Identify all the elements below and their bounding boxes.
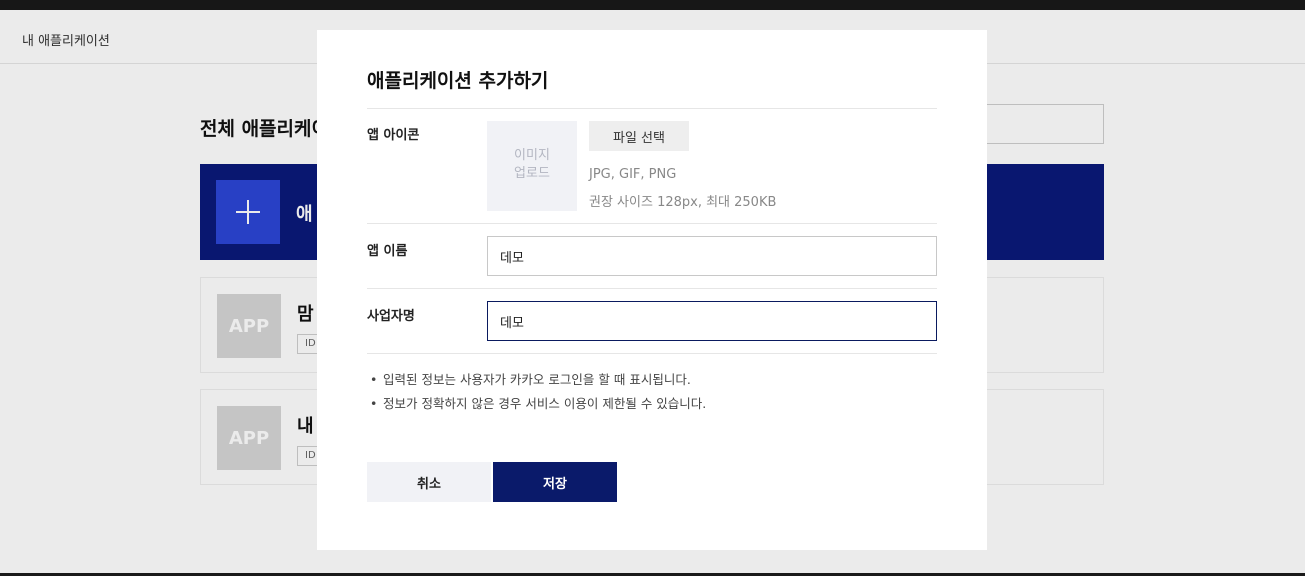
file-types-hint: JPG, GIF, PNG	[589, 167, 677, 182]
notice-item: 정보가 정확하지 않은 경우 서비스 이용이 제한될 수 있습니다.	[367, 392, 706, 416]
company-name-input[interactable]	[487, 301, 937, 341]
divider	[367, 288, 937, 289]
company-name-label: 사업자명	[367, 309, 415, 324]
app-name-input[interactable]	[487, 236, 937, 276]
app-name-label: 앱 이름	[367, 244, 408, 259]
cancel-button[interactable]: 취소	[367, 462, 491, 502]
image-upload-area[interactable]: 이미지 업로드	[487, 121, 577, 211]
file-select-button[interactable]: 파일 선택	[589, 121, 689, 151]
notice-list: 입력된 정보는 사용자가 카카오 로그인을 할 때 표시됩니다. 정보가 정확하…	[367, 368, 706, 416]
add-application-dialog: 애플리케이션 추가하기 앱 아이콘 이미지 업로드 파일 선택 JPG, GIF…	[317, 30, 987, 550]
divider	[367, 223, 937, 224]
upload-text-line2: 업로드	[514, 166, 550, 181]
divider	[367, 108, 937, 109]
upload-text-line1: 이미지	[514, 148, 550, 163]
dialog-title: 애플리케이션 추가하기	[367, 70, 549, 92]
save-button[interactable]: 저장	[493, 462, 617, 502]
divider	[367, 353, 937, 354]
file-size-hint: 권장 사이즈 128px, 최대 250KB	[589, 195, 777, 210]
notice-item: 입력된 정보는 사용자가 카카오 로그인을 할 때 표시됩니다.	[367, 368, 706, 392]
app-icon-label: 앱 아이콘	[367, 128, 420, 143]
